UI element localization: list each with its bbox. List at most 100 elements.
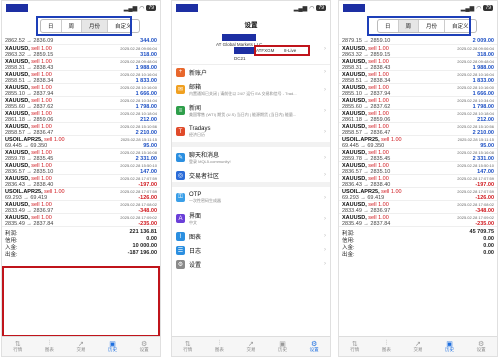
settings-item[interactable]: + 新账户 › xyxy=(172,65,330,79)
deal-prices: 2862.52 → 2836.09 xyxy=(5,38,54,44)
deal-time: 2025.02.28 10:34:04 xyxy=(120,98,157,103)
table-row[interactable]: XAUUSD, sell 1.00 2025.02.28 10:16:00 2855… xyxy=(2,84,160,97)
table-row[interactable]: XAUUSD, sell 1.00 2025.02.28 17:09:02 2835… xyxy=(2,214,160,227)
chevron-right-icon: › xyxy=(324,69,326,75)
table-row[interactable]: XAUUSD, sell 1.00 2025.02.28 10:34:04 2855… xyxy=(2,97,160,110)
nav-trade[interactable]: ↗ 交易 xyxy=(405,340,431,353)
table-row[interactable]: XAUUSD, sell 1.00 2025.02.28 09:48:04 2858… xyxy=(339,58,497,71)
table-row[interactable]: USOIL.APR25, sell 1.00 2025.02.28 17:07:5… xyxy=(2,188,160,201)
nav-history[interactable]: ▣ 历史 xyxy=(437,340,463,353)
nav-trade[interactable]: ↗ 交易 xyxy=(68,340,94,353)
chevron-right-icon: › xyxy=(324,128,326,135)
settings-item[interactable]: ◎ 交易者社区 › xyxy=(172,168,330,182)
settings-item-title: 日志 xyxy=(189,248,202,255)
table-row[interactable]: XAUUSD, sell 1.00 2025.02.28 17:07:59 2836… xyxy=(2,175,160,188)
battery-icon: 79 xyxy=(483,5,493,11)
table-row[interactable]: USOIL.APR25, sell 1.00 2025.02.28 15:11:1… xyxy=(2,136,160,149)
deal-profit: 2 009.00 xyxy=(472,38,494,44)
table-row[interactable]: XAUUSD, sell 1.00 2025.02.28 10:16:04 2858… xyxy=(339,71,497,84)
table-row[interactable]: XAUUSD, sell 1.00 2025.02.28 15:10:56 2858… xyxy=(2,123,160,136)
settings-item[interactable]: T Tradays 经济日历 › xyxy=(172,121,330,142)
nav-quotes[interactable]: ⇅ 行情 xyxy=(342,340,368,353)
quotes-icon: ⇅ xyxy=(184,340,191,348)
table-row[interactable]: XAUUSD, sell 1.00 2025.02.28 15:16:08 2859… xyxy=(339,149,497,162)
quotes-icon: ⇅ xyxy=(351,340,358,348)
summary-line: 信用: 0.00 xyxy=(342,236,494,244)
table-row[interactable]: XAUUSD, sell 1.00 2025.02.28 17:09:02 2835… xyxy=(339,214,497,227)
table-row[interactable]: XAUUSD, sell 1.00 2025.02.28 15:10:56 2858… xyxy=(339,123,497,136)
settings-item[interactable]: ✎ 聊天和消息 登录 MQL5.community! › xyxy=(172,147,330,168)
deal-time: 2025.02.28 10:18:04 xyxy=(457,111,494,116)
summary-value: 0.00 xyxy=(483,243,494,249)
settings-item-title: 交易者社区 xyxy=(189,173,220,180)
table-row[interactable]: XAUUSD, sell 1.00 2025.02.28 09:06:04 2863… xyxy=(2,45,160,58)
account-card[interactable]: AT Global Markets LLC ATFXGM 8-Live DC21… xyxy=(172,33,330,65)
wifi-icon: ◠ xyxy=(476,5,482,12)
chart-icon: ⫶ xyxy=(218,339,221,347)
summary-label: 出金: xyxy=(342,252,355,258)
deal-time: 2025.02.28 09:48:04 xyxy=(120,59,157,64)
settings-item[interactable]: ⚿ OTP 一次性密码生成器 › xyxy=(172,187,330,208)
deal-prices: 2835.49 → 2837.84 xyxy=(5,221,54,227)
chevron-right-icon: › xyxy=(324,194,326,201)
status-indicators: ▂▄▆ ◠ 79 xyxy=(461,5,493,12)
nav-settings[interactable]: ⚙ 设置 xyxy=(468,340,494,353)
table-row[interactable]: USOIL.APR25, sell 1.00 2025.02.28 17:07:5… xyxy=(339,188,497,201)
nav-settings[interactable]: ⚙ 设置 xyxy=(131,340,157,353)
nav-quotes[interactable]: ⇅ 行情 xyxy=(5,340,31,353)
table-row[interactable]: XAUUSD, sell 1.00 2025.02.28 10:16:00 2855… xyxy=(339,84,497,97)
history-icon: ▣ xyxy=(279,340,286,348)
table-row[interactable]: XAUUSD, sell 1.00 2025.02.28 10:18:04 2861… xyxy=(2,110,160,123)
chevron-right-icon: › xyxy=(324,233,326,239)
table-row[interactable]: XAUUSD, sell 1.00 2025.02.28 17:07:59 2836… xyxy=(339,175,497,188)
settings-item[interactable]: A 界面 中文 › xyxy=(172,208,330,229)
settings-item-text: 设置 xyxy=(189,260,201,269)
battery-icon: 79 xyxy=(316,5,326,11)
summary-line: 利润: 45 709.75 xyxy=(342,229,494,237)
settings-item[interactable]: ⚙ 设置 › xyxy=(172,257,330,271)
period-tabs-wrap: 日 周 月份 自定义 xyxy=(339,15,497,37)
nav-chart[interactable]: ⫶ 图表 xyxy=(36,340,62,353)
settings-item-text: 界面 中文 xyxy=(189,211,317,226)
settings-item[interactable]: ☰ 日志 › xyxy=(172,243,330,257)
nav-history[interactable]: ▣ 历史 xyxy=(100,340,126,353)
chart-icon: ⫶ xyxy=(48,339,51,347)
chevron-right-icon: › xyxy=(324,154,326,161)
settings-item-text: 新闻 美国零售 (WTI) 期货 (U.S) 当日内 | 能源期货 (当日内) 能… xyxy=(189,103,317,118)
table-row[interactable]: XAUUSD, sell 1.00 2025.02.28 09:48:04 2858… xyxy=(2,58,160,71)
chevron-right-icon: › xyxy=(324,172,326,178)
nav-trade[interactable]: ↗ 交易 xyxy=(238,340,264,353)
nav-chart[interactable]: ⫶ 图表 xyxy=(206,340,232,353)
nav-history[interactable]: ▣ 历史 xyxy=(270,340,296,353)
summary-block: 利润: 45 709.75 信用: 0.00 入金: 0.00 出金: 0.00 xyxy=(339,227,497,259)
table-row[interactable]: XAUUSD, sell 1.00 2025.02.28 10:16:04 2858… xyxy=(2,71,160,84)
table-row[interactable]: USOIL.APR25, sell 1.00 2025.02.28 15:11:1… xyxy=(339,136,497,149)
nav-chart[interactable]: ⫶ 图表 xyxy=(373,340,399,353)
table-row[interactable]: XAUUSD, sell 1.00 2025.02.28 17:08:02 2833… xyxy=(339,201,497,214)
settings-item-title: 图表 xyxy=(189,234,202,241)
status-bar: ▂▄▆ ◠ 79 xyxy=(172,1,330,15)
deal-time: 2025.02.28 17:08:02 xyxy=(457,202,494,207)
settings-item[interactable]: ⌇ 图表 › xyxy=(172,229,330,243)
settings-item[interactable]: ✉ 邮箱 内置通知已关闭 | 请前往以 24/7 运行 EA 交易和信号 - Tra… xyxy=(172,79,330,100)
settings-item-icon: + xyxy=(176,67,185,77)
deal-time: 2025.02.28 10:18:04 xyxy=(120,111,157,116)
table-row[interactable]: XAUUSD, sell 1.00 2025.02.28 15:16:08 2859… xyxy=(2,149,160,162)
table-row[interactable]: 2862.52 → 2836.09 344.00 xyxy=(2,37,160,45)
table-row[interactable]: XAUUSD, sell 1.00 2025.02.28 15:50:10 2836… xyxy=(2,162,160,175)
table-row[interactable]: XAUUSD, sell 1.00 2025.02.28 17:08:02 2833… xyxy=(2,201,160,214)
table-row[interactable]: XAUUSD, sell 1.00 2025.02.28 15:50:10 2836… xyxy=(339,162,497,175)
settings-item-icon: ✉ xyxy=(176,85,185,94)
deal-profit: -235.00 xyxy=(475,221,494,227)
table-row[interactable]: XAUUSD, sell 1.00 2025.02.28 10:34:04 2855… xyxy=(339,97,497,110)
nav-quotes[interactable]: ⇅ 行情 xyxy=(175,340,201,353)
nav-settings[interactable]: ⚙ 设置 xyxy=(301,340,327,353)
settings-item-title: 新闻 xyxy=(189,106,202,112)
settings-item-subtitle: 中文 xyxy=(189,220,197,225)
table-row[interactable]: XAUUSD, sell 1.00 2025.02.28 10:18:04 2861… xyxy=(339,110,497,123)
settings-item[interactable]: ≡ 新闻 美国零售 (WTI) 期货 (U.S) 当日内 | 能源期货 (当日内) … xyxy=(172,100,330,121)
table-row[interactable]: XAUUSD, sell 1.00 2025.02.28 09:06:04 2863… xyxy=(339,45,497,58)
table-row[interactable]: 2879.15 → 2859.10 2 009.00 xyxy=(339,37,497,45)
summary-line: 出金: 0.00 xyxy=(342,250,494,258)
settings-icon: ⚙ xyxy=(478,340,485,348)
